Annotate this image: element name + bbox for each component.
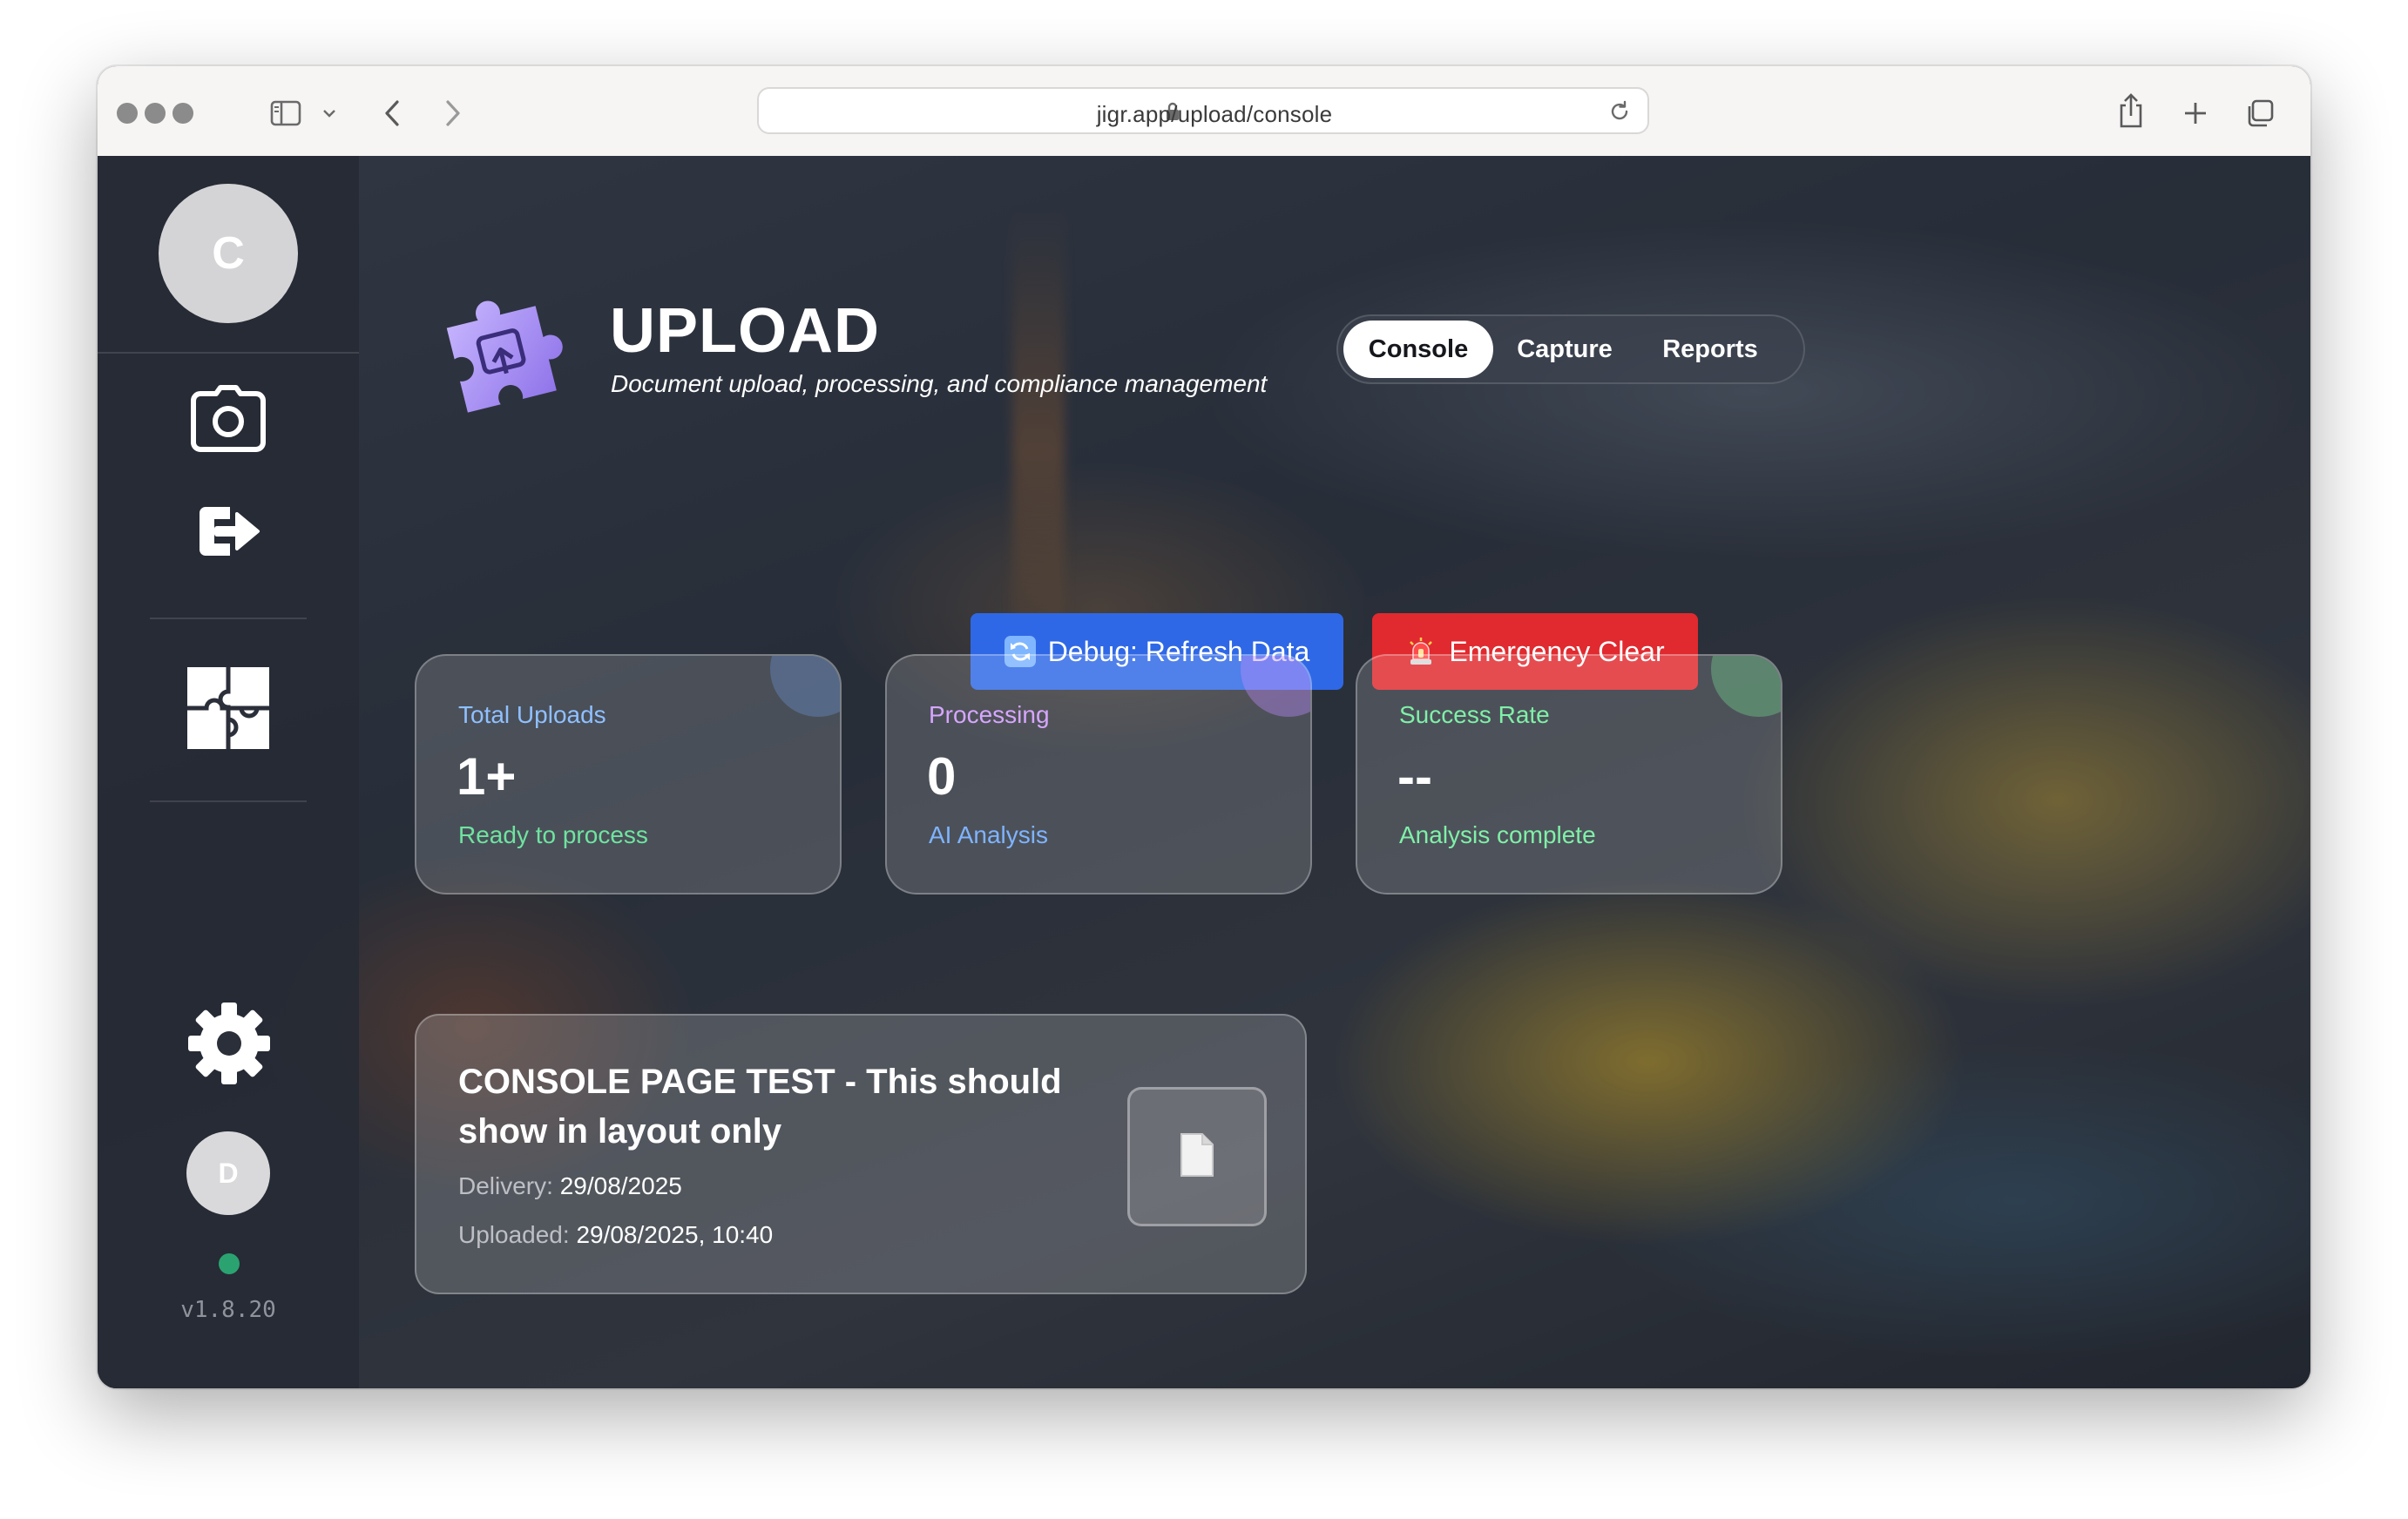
sidebar-divider xyxy=(150,618,307,619)
file-icon xyxy=(1178,1132,1216,1182)
page-background: C D v1.8.20 UPLOAD Document upload, proc… xyxy=(98,156,2310,1388)
forward-icon[interactable] xyxy=(437,96,469,131)
document-title: CONSOLE PAGE TEST - This should show in … xyxy=(458,1063,1062,1151)
chevron-down-icon[interactable] xyxy=(321,105,338,122)
stat-card-processing: Processing 0 AI Analysis xyxy=(885,654,1312,895)
document-card[interactable]: CONSOLE PAGE TEST - This should show in … xyxy=(415,1014,1307,1294)
document-uploaded: Uploaded: 29/08/2025, 10:40 xyxy=(458,1221,774,1248)
stat-value: 1+ xyxy=(457,747,517,806)
stat-subtext: Ready to process xyxy=(458,821,648,848)
stat-label: Processing xyxy=(929,701,1050,728)
close-window-button[interactable] xyxy=(117,103,138,124)
page-subtitle: Document upload, processing, and complia… xyxy=(611,370,1268,397)
sidebar-divider xyxy=(150,800,307,802)
back-icon[interactable] xyxy=(376,96,408,131)
browser-toolbar: jigr.app/upload/console xyxy=(98,66,2310,158)
reload-icon[interactable] xyxy=(1607,99,1632,124)
address-bar[interactable]: jigr.app/upload/console xyxy=(757,87,1649,134)
sidebar-toggle-icon[interactable] xyxy=(268,96,303,131)
logout-icon[interactable] xyxy=(193,501,263,562)
share-icon[interactable] xyxy=(2114,91,2148,131)
avatar[interactable]: C xyxy=(159,184,298,323)
stat-label: Total Uploads xyxy=(458,701,606,728)
stat-label: Success Rate xyxy=(1399,701,1550,728)
new-tab-icon[interactable] xyxy=(2178,96,2213,131)
online-status-dot xyxy=(219,1253,240,1274)
zoom-window-button[interactable] xyxy=(172,103,193,124)
sidebar: C D v1.8.20 xyxy=(98,156,359,1388)
tab-capture[interactable]: Capture xyxy=(1504,321,1626,378)
minimize-window-button[interactable] xyxy=(145,103,166,124)
document-delivery: Delivery: 29/08/2025 xyxy=(458,1172,682,1199)
puzzle-logo-icon xyxy=(424,276,581,437)
sidebar-divider xyxy=(98,352,359,354)
tab-reports[interactable]: Reports xyxy=(1645,321,1776,378)
page-title: UPLOAD xyxy=(610,296,880,366)
puzzle-icon[interactable] xyxy=(185,665,272,752)
stat-card-total-uploads: Total Uploads 1+ Ready to process xyxy=(415,654,842,895)
gear-icon[interactable] xyxy=(186,1001,272,1086)
user-avatar[interactable]: D xyxy=(186,1131,270,1215)
browser-window: jigr.app/upload/console C D v1.8.20 UPLO… xyxy=(98,66,2310,1388)
version-label: v1.8.20 xyxy=(180,1297,276,1323)
stat-value: -- xyxy=(1397,747,1432,806)
camera-icon[interactable] xyxy=(188,382,268,456)
stat-value: 0 xyxy=(927,747,957,806)
view-tabs: Console Capture Reports xyxy=(1336,314,1805,384)
stat-card-success-rate: Success Rate -- Analysis complete xyxy=(1356,654,1782,895)
stat-subtext: AI Analysis xyxy=(929,821,1048,848)
stat-subtext: Analysis complete xyxy=(1399,821,1596,848)
url-text: jigr.app/upload/console xyxy=(1096,101,1333,127)
tab-console[interactable]: Console xyxy=(1343,321,1493,378)
tab-overview-icon[interactable] xyxy=(2242,96,2277,131)
document-thumbnail[interactable] xyxy=(1127,1087,1267,1226)
